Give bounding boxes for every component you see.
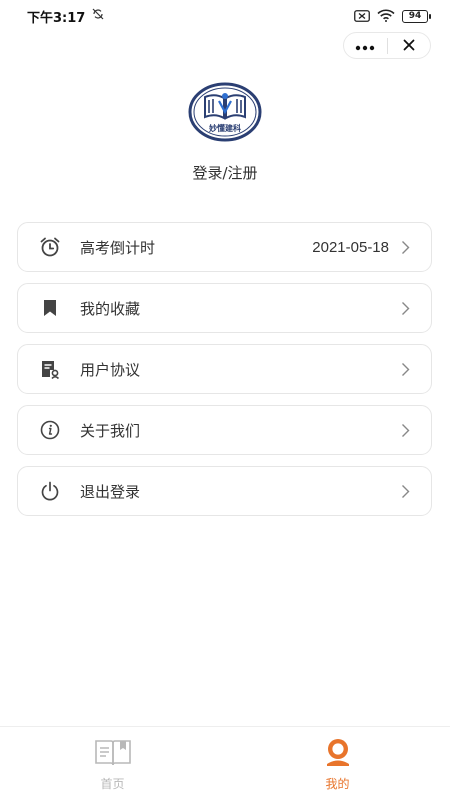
menu-item-label: 关于我们 bbox=[80, 421, 141, 440]
menu-item-logout[interactable]: 退出登录 bbox=[17, 466, 432, 516]
menu-item-exam-countdown[interactable]: 高考倒计时 2021-05-18 bbox=[17, 222, 432, 272]
tab-home-label: 首页 bbox=[100, 777, 125, 791]
menu-item-about-us[interactable]: 关于我们 bbox=[17, 405, 432, 455]
status-time: 下午3:17 bbox=[27, 10, 86, 26]
user-icon bbox=[323, 737, 353, 771]
more-button[interactable] bbox=[344, 33, 387, 58]
chevron-right-icon bbox=[399, 483, 411, 499]
more-dots-icon bbox=[355, 36, 375, 55]
menu-item-label: 高考倒计时 bbox=[80, 238, 156, 257]
battery-level: 94 bbox=[408, 10, 422, 21]
logo-text: 妙懂建科 bbox=[209, 123, 241, 133]
countdown-date: 2021-05-18 bbox=[312, 238, 389, 256]
app-logo[interactable]: 妙懂建科 bbox=[188, 82, 262, 142]
close-button[interactable] bbox=[388, 33, 431, 58]
bookmark-icon bbox=[39, 297, 61, 319]
login-register-link[interactable]: 登录/注册 bbox=[0, 162, 450, 183]
document-icon bbox=[39, 358, 61, 380]
menu-item-label: 我的收藏 bbox=[80, 299, 141, 318]
chevron-right-icon bbox=[399, 239, 411, 255]
chevron-right-icon bbox=[399, 300, 411, 316]
status-left: 下午3:17 bbox=[27, 7, 105, 26]
menu-item-user-agreement[interactable]: 用户协议 bbox=[17, 344, 432, 394]
menu-item-favorites[interactable]: 我的收藏 bbox=[17, 283, 432, 333]
menu-item-label: 退出登录 bbox=[80, 482, 141, 501]
close-icon bbox=[403, 36, 415, 55]
chevron-right-icon bbox=[399, 361, 411, 377]
status-bar: 下午3:17 94 bbox=[0, 0, 450, 32]
capsule-menu bbox=[343, 32, 431, 59]
status-right: 94 bbox=[354, 7, 431, 26]
chevron-right-icon bbox=[399, 422, 411, 438]
alarm-clock-icon bbox=[39, 236, 61, 258]
tab-mine-label: 我的 bbox=[325, 777, 350, 791]
wifi-icon bbox=[377, 7, 395, 26]
tab-mine[interactable]: 我的 bbox=[225, 727, 450, 800]
info-icon bbox=[39, 419, 61, 441]
menu-list: 高考倒计时 2021-05-18 我的收藏 用户协议 关于我们 退出登录 bbox=[17, 222, 432, 527]
bottom-tab-bar: 首页 我的 bbox=[0, 726, 450, 800]
battery-icon: 94 bbox=[402, 9, 431, 23]
sim-icon bbox=[354, 7, 370, 26]
power-icon bbox=[39, 480, 61, 502]
menu-item-label: 用户协议 bbox=[80, 360, 141, 379]
book-icon bbox=[93, 737, 133, 771]
sync-off-icon bbox=[91, 7, 105, 25]
tab-home[interactable]: 首页 bbox=[0, 727, 225, 800]
